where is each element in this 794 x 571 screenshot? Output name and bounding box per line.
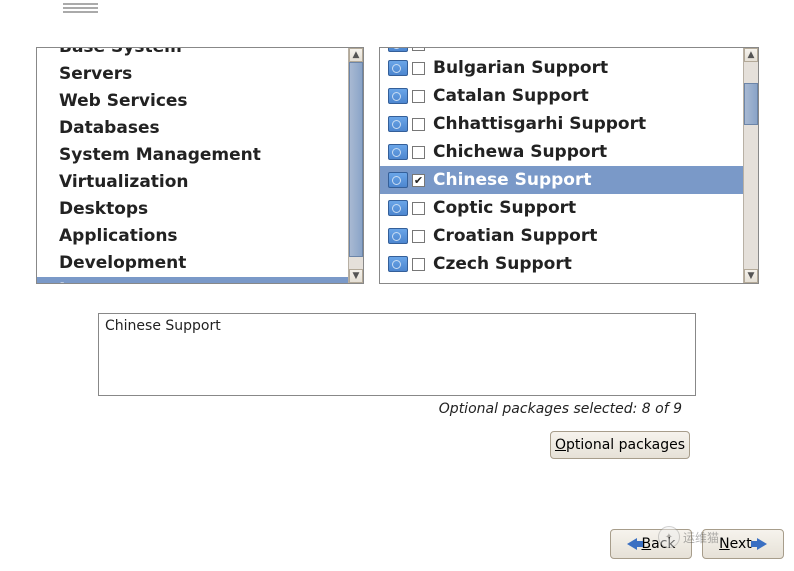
language-item[interactable]: Coptic Support <box>380 194 743 222</box>
language-label: Chhattisgarhi Support <box>433 112 646 136</box>
language-label: Bulgarian Support <box>433 56 608 80</box>
flag-icon <box>388 256 408 272</box>
language-checkbox[interactable] <box>412 230 425 243</box>
optional-packages-count: Optional packages selected: 8 of 9 <box>439 401 682 417</box>
back-button[interactable]: Back <box>610 529 692 559</box>
category-item[interactable]: Base System <box>37 48 348 61</box>
category-item[interactable]: Desktops <box>37 196 348 223</box>
language-item[interactable]: Chinese Support <box>380 166 743 194</box>
language-label: Chinese Support <box>433 168 591 192</box>
category-item[interactable]: Web Services <box>37 88 348 115</box>
category-item[interactable]: Servers <box>37 61 348 88</box>
language-list[interactable]: Bulgarian Support Catalan Support Chhattis… <box>380 48 743 283</box>
language-item[interactable]: Bulgarian Support <box>380 54 743 82</box>
language-checkbox[interactable] <box>412 146 425 159</box>
scroll-up-button[interactable]: ▲ <box>349 48 363 62</box>
flag-icon <box>388 60 408 76</box>
language-checkbox[interactable] <box>412 62 425 75</box>
flag-icon <box>388 172 408 188</box>
flag-icon <box>388 144 408 160</box>
language-label: Chichewa Support <box>433 140 607 164</box>
language-label: Coptic Support <box>433 196 576 220</box>
arrow-left-icon <box>627 538 637 550</box>
category-item[interactable]: Virtualization <box>37 169 348 196</box>
arrow-right-icon <box>757 538 767 550</box>
language-item[interactable]: Catalan Support <box>380 82 743 110</box>
scroll-up-button[interactable]: ▲ <box>744 48 758 62</box>
next-button[interactable]: Next <box>702 529 784 559</box>
scroll-thumb[interactable] <box>744 83 758 125</box>
category-pane: Base SystemServersWeb ServicesDatabasesS… <box>36 47 364 284</box>
category-item[interactable]: Development <box>37 250 348 277</box>
language-checkbox[interactable] <box>412 258 425 271</box>
language-label: Catalan Support <box>433 84 589 108</box>
language-scrollbar[interactable]: ▲ ▼ <box>743 48 758 283</box>
language-label: Czech Support <box>433 252 572 276</box>
language-item[interactable]: Czech Support <box>380 250 743 278</box>
flag-icon <box>388 116 408 132</box>
language-item[interactable]: Danish Support <box>380 278 743 283</box>
flag-icon <box>388 48 408 52</box>
language-item[interactable]: Croatian Support <box>380 222 743 250</box>
description-box: Chinese Support <box>98 313 696 396</box>
category-list[interactable]: Base SystemServersWeb ServicesDatabasesS… <box>37 48 348 283</box>
flag-icon <box>388 88 408 104</box>
language-item[interactable]: Chhattisgarhi Support <box>380 110 743 138</box>
category-item[interactable]: Databases <box>37 115 348 142</box>
scroll-down-button[interactable]: ▼ <box>744 269 758 283</box>
category-item[interactable]: Applications <box>37 223 348 250</box>
language-label: Danish Support <box>433 280 582 283</box>
language-item[interactable]: Chichewa Support <box>380 138 743 166</box>
flag-icon <box>388 200 408 216</box>
drag-handle[interactable] <box>63 3 98 13</box>
scroll-down-button[interactable]: ▼ <box>349 269 363 283</box>
language-checkbox[interactable] <box>412 90 425 103</box>
language-checkbox[interactable] <box>412 48 425 51</box>
category-item[interactable]: Languages <box>37 277 348 283</box>
language-pane: Bulgarian Support Catalan Support Chhattis… <box>379 47 759 284</box>
scroll-thumb[interactable] <box>349 62 363 257</box>
language-checkbox[interactable] <box>412 202 425 215</box>
language-label: Croatian Support <box>433 224 597 248</box>
category-scrollbar[interactable]: ▲ ▼ <box>348 48 363 283</box>
category-item[interactable]: System Management <box>37 142 348 169</box>
language-checkbox[interactable] <box>412 174 425 187</box>
flag-icon <box>388 228 408 244</box>
optional-packages-button[interactable]: Optional packages <box>550 431 690 459</box>
language-checkbox[interactable] <box>412 118 425 131</box>
